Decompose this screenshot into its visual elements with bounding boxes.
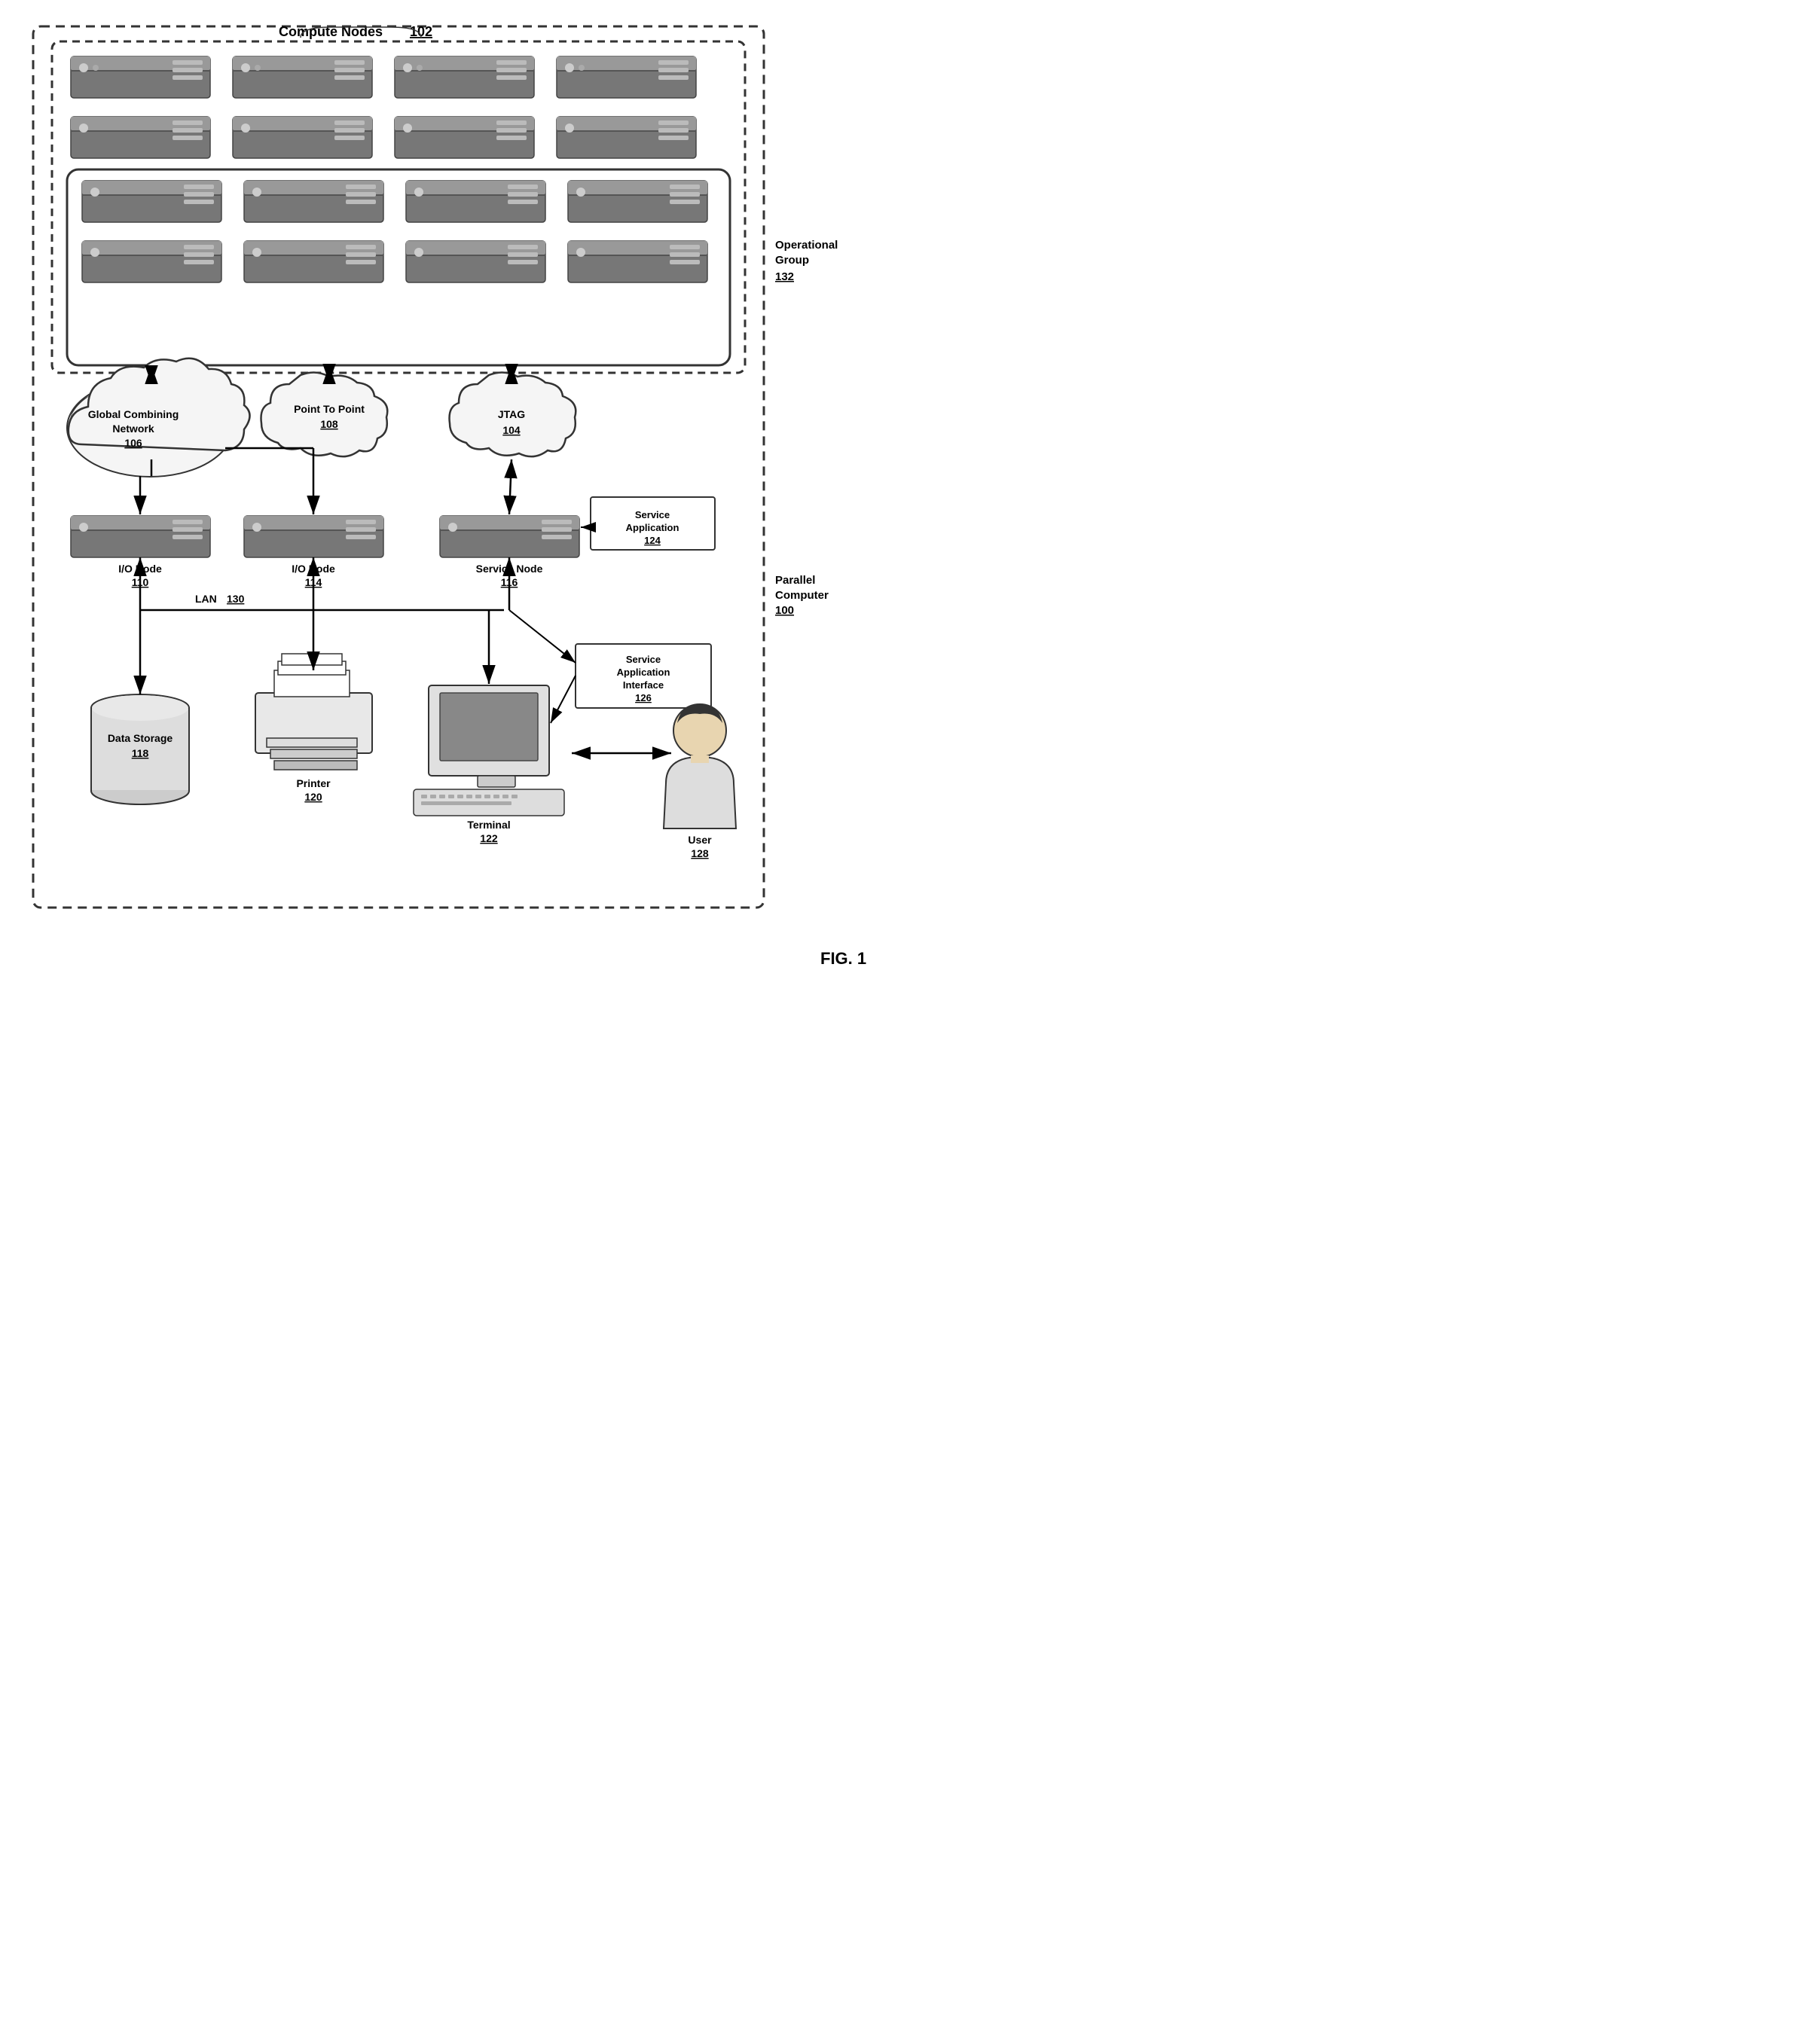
key7	[475, 795, 481, 798]
compute-nodes-text: Compute Nodes	[279, 24, 383, 39]
user-label: User	[688, 834, 712, 846]
gcn-label-1: Global Combining	[88, 408, 179, 420]
user-num: 128	[691, 847, 709, 859]
printer-paper3	[282, 654, 342, 665]
terminal-screen	[440, 693, 538, 761]
data-storage-label1: Data Storage	[108, 732, 173, 744]
key4	[448, 795, 454, 798]
cylinder-top-fill	[92, 695, 188, 721]
printer-num: 120	[304, 791, 322, 803]
main-svg: Compute Nodes 102	[22, 15, 888, 1009]
parallel-computer-num: 100	[775, 604, 794, 617]
key2	[430, 795, 436, 798]
printer-tray2	[270, 749, 357, 758]
operational-group-text2: Group	[775, 254, 809, 267]
sai-num: 126	[635, 692, 652, 703]
operational-group-num: 132	[775, 270, 794, 283]
lan-label: LAN	[195, 593, 217, 605]
data-storage-num: 118	[132, 747, 149, 759]
parallel-computer-text2: Computer	[775, 589, 829, 602]
service-app-label1: Service	[635, 509, 670, 520]
arrow-jtag-sn	[509, 459, 511, 514]
printer-tray3	[274, 761, 357, 770]
gcn-label-2: Network	[112, 423, 154, 435]
gcn-cloud: Global Combining Network 106	[67, 359, 250, 477]
sai-label3: Interface	[623, 679, 664, 691]
service-app-num: 124	[644, 535, 661, 546]
diagram-container: Compute Nodes 102	[22, 15, 888, 1013]
gcn-num: 106	[124, 437, 142, 449]
io-node-114-server	[244, 516, 383, 557]
io-node-110-server	[71, 516, 210, 557]
service-node-116-server	[440, 516, 579, 557]
key3	[439, 795, 445, 798]
service-app-label2: Application	[626, 522, 679, 533]
user-body	[664, 757, 736, 828]
server-2-4	[557, 117, 696, 158]
server-2-3	[395, 117, 534, 158]
key1	[421, 795, 427, 798]
key9	[493, 795, 499, 798]
server-4-4	[568, 241, 707, 282]
key6	[466, 795, 472, 798]
server-3-2	[244, 181, 383, 222]
lan-num: 130	[227, 593, 245, 605]
server-4-2	[244, 241, 383, 282]
printer-tray1	[267, 738, 357, 747]
terminal-num: 122	[480, 832, 498, 844]
sai-label2: Application	[617, 667, 670, 678]
terminal-stand	[478, 776, 515, 787]
server-1-1	[71, 56, 210, 98]
key8	[484, 795, 490, 798]
operational-group-text: Operational	[775, 239, 838, 252]
printer-label: Printer	[296, 777, 331, 789]
server-4-3	[406, 241, 545, 282]
user-neck	[691, 755, 709, 763]
spacebar	[421, 801, 511, 805]
server-4-1	[82, 241, 221, 282]
key10	[502, 795, 508, 798]
jtag-cloud: JTAG 104	[450, 372, 576, 456]
jtag-num: 104	[502, 424, 521, 436]
key11	[511, 795, 518, 798]
server-1-3	[395, 56, 534, 98]
terminal-label: Terminal	[467, 819, 510, 831]
server-3-3	[406, 181, 545, 222]
parallel-computer-text: Parallel	[775, 574, 815, 587]
server-3-4	[568, 181, 707, 222]
server-3-1	[82, 181, 221, 222]
arrow-sn-sai	[509, 610, 576, 663]
key5	[457, 795, 463, 798]
server-1-2	[233, 56, 372, 98]
server-2-2	[233, 117, 372, 158]
ptp-label-1: Point To Point	[294, 403, 365, 415]
ptp-num: 108	[320, 418, 338, 430]
jtag-label: JTAG	[498, 408, 525, 420]
server-1-4	[557, 56, 696, 98]
fig-label: FIG. 1	[820, 949, 866, 968]
sai-label1: Service	[626, 654, 661, 665]
ptp-cloud: Point To Point 108	[261, 372, 388, 456]
arrow-sai-terminal	[551, 676, 576, 723]
server-2-1	[71, 117, 210, 158]
